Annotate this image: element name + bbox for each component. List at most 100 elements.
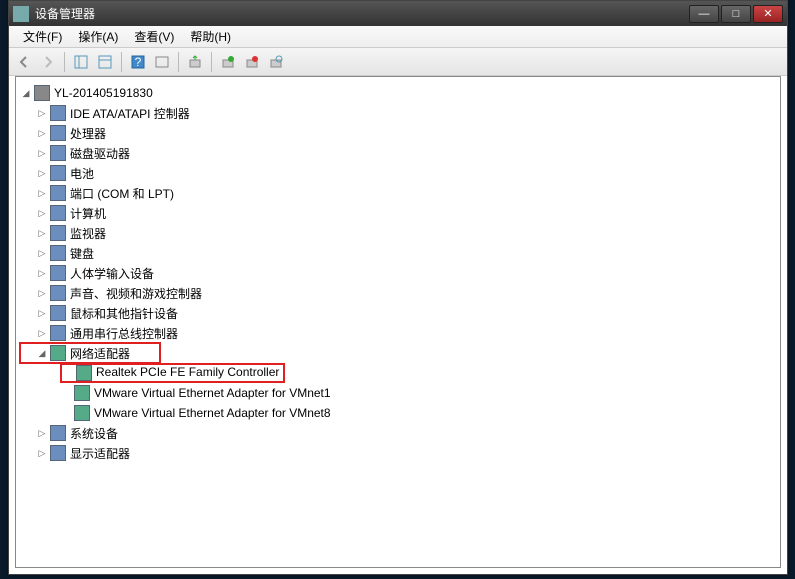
expander-icon[interactable]: ◢ xyxy=(36,347,48,359)
tree-item-ports[interactable]: ▷ 端口 (COM 和 LPT) xyxy=(20,183,776,203)
sound-icon xyxy=(50,285,66,301)
toolbar: ? xyxy=(9,48,787,76)
toolbar-separator xyxy=(64,52,65,72)
tree-item-usb[interactable]: ▷ 通用串行总线控制器 xyxy=(20,323,776,343)
uninstall-button[interactable] xyxy=(217,51,239,73)
tree-item-sound[interactable]: ▷ 声音、视频和游戏控制器 xyxy=(20,283,776,303)
titlebar[interactable]: 设备管理器 — □ ✕ xyxy=(9,1,787,26)
expander-icon[interactable]: ▷ xyxy=(36,267,48,279)
tree-item-disk[interactable]: ▷ 磁盘驱动器 xyxy=(20,143,776,163)
ports-label: 端口 (COM 和 LPT) xyxy=(70,185,174,202)
battery-icon xyxy=(50,165,66,181)
tree-item-battery[interactable]: ▷ 电池 xyxy=(20,163,776,183)
toolbar-separator xyxy=(211,52,212,72)
ports-icon xyxy=(50,185,66,201)
hid-icon xyxy=(50,265,66,281)
expander-icon[interactable]: ▷ xyxy=(36,427,48,439)
spacer xyxy=(62,365,74,377)
properties-button[interactable] xyxy=(94,51,116,73)
hid-label: 人体学输入设备 xyxy=(70,265,154,282)
expander-icon[interactable]: ▷ xyxy=(36,207,48,219)
ide-icon xyxy=(50,105,66,121)
window-buttons: — □ ✕ xyxy=(687,5,783,23)
tree-item-keyboard[interactable]: ▷ 键盘 xyxy=(20,243,776,263)
expander-icon[interactable]: ◢ xyxy=(20,87,32,99)
tree-item-vmnet1[interactable]: VMware Virtual Ethernet Adapter for VMne… xyxy=(20,383,776,403)
root-label: YL-201405191830 xyxy=(54,86,153,100)
help-button[interactable]: ? xyxy=(127,51,149,73)
network-label: 网络适配器 xyxy=(70,345,130,362)
expander-icon[interactable]: ▷ xyxy=(36,107,48,119)
update-driver-button[interactable] xyxy=(184,51,206,73)
disable-button[interactable] xyxy=(241,51,263,73)
tree-item-vmnet8[interactable]: VMware Virtual Ethernet Adapter for VMne… xyxy=(20,403,776,423)
keyboard-icon xyxy=(50,245,66,261)
cpu-label: 处理器 xyxy=(70,125,106,142)
realtek-label: Realtek PCIe FE Family Controller xyxy=(96,365,279,381)
nic-icon xyxy=(76,365,92,381)
tree-item-cpu[interactable]: ▷ 处理器 xyxy=(20,123,776,143)
tree-item-ide[interactable]: ▷ IDE ATA/ATAPI 控制器 xyxy=(20,103,776,123)
tree-item-mouse[interactable]: ▷ 鼠标和其他指针设备 xyxy=(20,303,776,323)
nav-forward-button[interactable] xyxy=(37,51,59,73)
device-manager-window: 设备管理器 — □ ✕ 文件(F) 操作(A) 查看(V) 帮助(H) ? ◢ xyxy=(8,0,788,575)
expander-icon[interactable]: ▷ xyxy=(36,127,48,139)
cpu-icon xyxy=(50,125,66,141)
menu-action[interactable]: 操作(A) xyxy=(70,26,126,47)
action-button[interactable] xyxy=(151,51,173,73)
mouse-label: 鼠标和其他指针设备 xyxy=(70,305,178,322)
vmnet8-label: VMware Virtual Ethernet Adapter for VMne… xyxy=(94,406,331,420)
expander-icon[interactable]: ▷ xyxy=(36,147,48,159)
expander-icon[interactable]: ▷ xyxy=(36,307,48,319)
mouse-icon xyxy=(50,305,66,321)
window-title: 设备管理器 xyxy=(35,5,687,22)
show-hide-tree-button[interactable] xyxy=(70,51,92,73)
usb-label: 通用串行总线控制器 xyxy=(70,325,178,342)
device-tree[interactable]: ◢ YL-201405191830 ▷ IDE ATA/ATAPI 控制器 ▷ … xyxy=(15,76,781,568)
display-label: 显示适配器 xyxy=(70,445,130,462)
tree-item-computer[interactable]: ▷ 计算机 xyxy=(20,203,776,223)
disk-label: 磁盘驱动器 xyxy=(70,145,130,162)
monitor-label: 监视器 xyxy=(70,225,106,242)
expander-icon[interactable]: ▷ xyxy=(36,227,48,239)
menu-view[interactable]: 查看(V) xyxy=(126,26,182,47)
tree-item-hid[interactable]: ▷ 人体学输入设备 xyxy=(20,263,776,283)
battery-label: 电池 xyxy=(70,165,94,182)
tree-item-network[interactable]: ◢ 网络适配器 xyxy=(20,343,160,363)
computer-icon xyxy=(34,85,50,101)
menubar: 文件(F) 操作(A) 查看(V) 帮助(H) xyxy=(9,26,787,48)
maximize-button[interactable]: □ xyxy=(721,5,751,23)
nic-icon xyxy=(74,405,90,421)
ide-label: IDE ATA/ATAPI 控制器 xyxy=(70,105,190,122)
toolbar-separator xyxy=(121,52,122,72)
expander-icon[interactable]: ▷ xyxy=(36,167,48,179)
system-icon xyxy=(50,425,66,441)
computer-cat-icon xyxy=(50,205,66,221)
expander-icon[interactable]: ▷ xyxy=(36,447,48,459)
nav-back-button[interactable] xyxy=(13,51,35,73)
tree-item-display[interactable]: ▷ 显示适配器 xyxy=(20,443,776,463)
menu-file[interactable]: 文件(F) xyxy=(15,26,70,47)
nic-icon xyxy=(74,385,90,401)
disk-icon xyxy=(50,145,66,161)
keyboard-label: 键盘 xyxy=(70,245,94,262)
tree-item-monitor[interactable]: ▷ 监视器 xyxy=(20,223,776,243)
network-icon xyxy=(50,345,66,361)
toolbar-separator xyxy=(178,52,179,72)
usb-icon xyxy=(50,325,66,341)
computer-label: 计算机 xyxy=(70,205,106,222)
svg-text:?: ? xyxy=(135,55,142,69)
tree-root[interactable]: ◢ YL-201405191830 xyxy=(20,83,776,103)
vmnet1-label: VMware Virtual Ethernet Adapter for VMne… xyxy=(94,386,331,400)
minimize-button[interactable]: — xyxy=(689,5,719,23)
expander-icon[interactable]: ▷ xyxy=(36,187,48,199)
monitor-icon xyxy=(50,225,66,241)
expander-icon[interactable]: ▷ xyxy=(36,287,48,299)
expander-icon[interactable]: ▷ xyxy=(36,247,48,259)
expander-icon[interactable]: ▷ xyxy=(36,327,48,339)
close-button[interactable]: ✕ xyxy=(753,5,783,23)
scan-hardware-button[interactable] xyxy=(265,51,287,73)
menu-help[interactable]: 帮助(H) xyxy=(182,26,239,47)
tree-item-system[interactable]: ▷ 系统设备 xyxy=(20,423,776,443)
tree-item-realtek[interactable]: Realtek PCIe FE Family Controller xyxy=(20,363,776,383)
